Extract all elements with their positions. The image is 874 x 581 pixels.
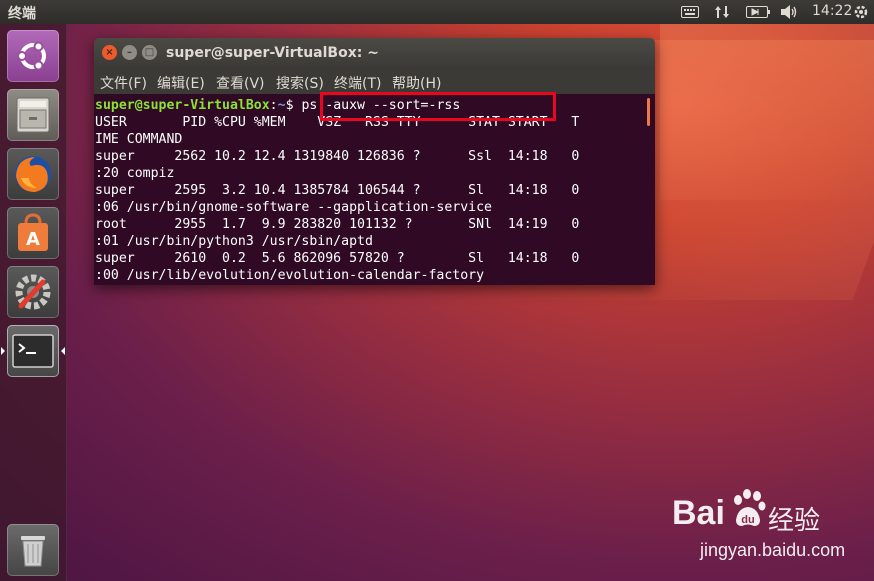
launcher-software-button[interactable]: A — [7, 207, 59, 259]
menu-terminal[interactable]: 终端(T) — [334, 73, 381, 93]
firefox-icon — [15, 156, 51, 192]
launcher-files-button[interactable] — [7, 89, 59, 141]
active-app-title: 终端 — [8, 6, 36, 22]
launcher-dash-button[interactable] — [7, 30, 59, 82]
battery-icon[interactable] — [745, 3, 771, 21]
launcher-trash-button[interactable] — [7, 524, 59, 576]
svg-text:A: A — [26, 229, 40, 250]
prompt-user: super@super-VirtualBox — [95, 98, 270, 113]
watermark-brand-left: Bai — [672, 494, 725, 532]
terminal-scrollbar[interactable] — [647, 98, 650, 126]
output-line: super 2610 0.2 5.6 862096 57820 ? Sl 14:… — [95, 251, 580, 266]
launcher-settings-button[interactable] — [7, 266, 59, 318]
watermark-url: jingyan.baidu.com — [700, 540, 846, 560]
watermark-brand-right: 经验 — [768, 506, 821, 536]
output-line: super 2562 10.2 12.4 1319840 126836 ? Ss… — [95, 149, 580, 164]
prompt-path: ~ — [277, 98, 286, 113]
settings-wrench-icon — [15, 274, 51, 310]
network-updown-icon[interactable] — [712, 3, 732, 21]
output-line: root 2955 1.7 9.9 283820 101132 ? SNl 14… — [95, 217, 580, 232]
ubuntu-logo-icon — [17, 41, 46, 71]
focused-indicator — [61, 347, 65, 355]
terminal-window[interactable]: × – □ super@super-VirtualBox: ~ 文件(F) 编辑… — [94, 38, 655, 285]
menu-edit[interactable]: 编辑(E) — [157, 73, 205, 93]
maximize-icon[interactable]: □ — [142, 45, 157, 60]
output-line: :20 compiz — [95, 166, 175, 181]
minimize-icon[interactable]: – — [122, 45, 137, 60]
trash-icon — [21, 536, 45, 567]
svg-text:du: du — [741, 514, 754, 526]
output-line: :06 /usr/bin/gnome-software --gapplicati… — [95, 200, 492, 215]
output-line: super 2595 3.2 10.4 1385784 106544 ? Sl … — [95, 183, 580, 198]
prompt-dollar: $ — [285, 98, 302, 113]
command-highlight-box — [320, 92, 556, 121]
terminal-output[interactable]: super@super-VirtualBox:~$ ps -auxw --sor… — [94, 94, 655, 285]
close-icon[interactable]: × — [102, 45, 117, 60]
menu-bar: 文件(F) 编辑(E) 查看(V) 搜索(S) 终端(T) 帮助(H) — [94, 68, 655, 94]
window-title: super@super-VirtualBox: ~ — [166, 45, 379, 61]
output-line: :01 /usr/bin/python3 /usr/sbin/aptd — [95, 234, 373, 249]
running-indicator — [1, 347, 5, 355]
prompt-separator: : — [269, 98, 278, 113]
shopping-bag-icon: A — [18, 213, 48, 251]
output-line: :00 /usr/lib/evolution/evolution-calenda… — [95, 268, 485, 283]
top-panel: 终端 14:22 — [0, 0, 874, 24]
menu-file[interactable]: 文件(F) — [100, 73, 147, 93]
file-cabinet-icon — [16, 97, 50, 133]
keyboard-icon[interactable] — [680, 3, 700, 21]
power-gear-icon[interactable] — [852, 3, 870, 21]
window-titlebar[interactable]: × – □ super@super-VirtualBox: ~ — [94, 38, 655, 68]
terminal-icon — [12, 334, 54, 368]
launcher-terminal-button[interactable] — [7, 325, 59, 377]
menu-search[interactable]: 搜索(S) — [276, 73, 324, 93]
launcher: A — [0, 24, 67, 581]
wallpaper-streak — [660, 0, 874, 200]
menu-help[interactable]: 帮助(H) — [392, 73, 441, 93]
volume-icon[interactable] — [779, 3, 799, 21]
menu-view[interactable]: 查看(V) — [216, 73, 265, 93]
paw-icon: du — [730, 488, 766, 528]
clock[interactable]: 14:22 — [812, 3, 852, 19]
output-line: IME COMMAND — [95, 132, 183, 147]
launcher-firefox-button[interactable] — [7, 148, 59, 200]
